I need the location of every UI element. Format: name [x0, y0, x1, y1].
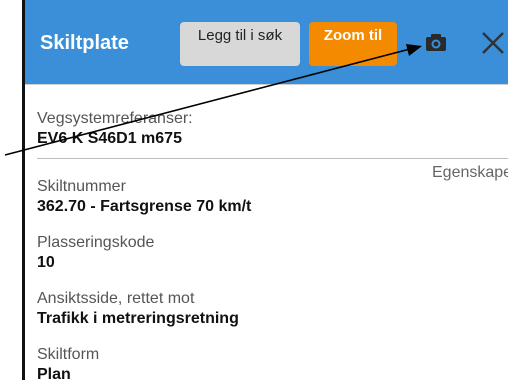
road-reference-value[interactable]: EV6 K S46D1 m675 [37, 130, 193, 148]
close-icon[interactable] [475, 25, 508, 61]
field-value: 362.70 - Fartsgrense 70 km/t [37, 198, 252, 215]
field-value: Plan [37, 366, 71, 380]
camera-icon[interactable] [423, 30, 449, 56]
field-label: Plasseringskode [37, 234, 155, 251]
add-to-search-button[interactable]: Legg til i søk [180, 22, 300, 66]
section-divider [37, 158, 508, 159]
add-to-search-label: Legg til i søk [197, 27, 283, 44]
panel-title: Skiltplate [40, 32, 129, 54]
zoom-to-label: Zoom til [323, 27, 383, 44]
field-sign-number: Skiltnummer 362.70 - Fartsgrense 70 km/t [37, 178, 251, 216]
road-reference: Vegsystemreferanser: EV6 K S46D1 m675 [37, 110, 193, 148]
field-label: Skiltform [37, 346, 100, 363]
field-label: Skiltnummer [37, 178, 126, 195]
field-value: 10 [37, 254, 55, 271]
sign-plate-panel: Skiltplate Legg til i søk Zoom til Vegsy… [22, 0, 508, 380]
field-facing-side: Ansiktsside, rettet mot Trafikk i metrer… [37, 290, 239, 328]
field-value: Trafikk i metreringsretning [37, 310, 239, 327]
field-sign-shape: Skiltform Plan [37, 346, 99, 380]
header-divider [25, 84, 508, 85]
zoom-to-button[interactable]: Zoom til [309, 22, 397, 66]
field-label: Ansiktsside, rettet mot [37, 290, 195, 307]
field-placement-code: Plasseringskode 10 [37, 234, 154, 272]
panel-header: Skiltplate Legg til i søk Zoom til [25, 0, 508, 84]
properties-tab[interactable]: Egenskaper [432, 164, 508, 182]
road-reference-label: Vegsystemreferanser: [37, 110, 193, 127]
